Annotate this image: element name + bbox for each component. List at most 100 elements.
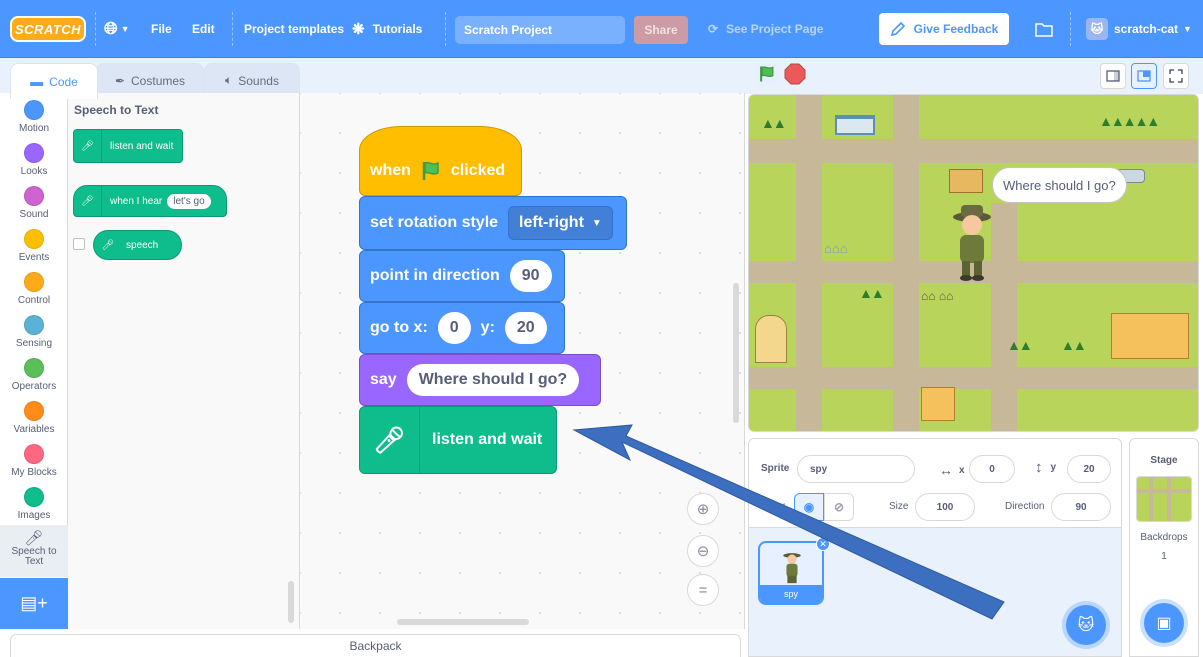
category-label: Variables	[13, 424, 55, 435]
say-block[interactable]: say Where should I go?	[359, 354, 601, 406]
edit-menu[interactable]: Edit	[192, 0, 215, 58]
menu-divider	[445, 12, 446, 46]
category-operators[interactable]: Operators	[0, 356, 68, 399]
direction-input[interactable]: 90	[509, 260, 552, 292]
category-images[interactable]: Images	[0, 485, 68, 528]
script-area-vertical-scrollbar[interactable]	[733, 283, 739, 423]
language-menu[interactable]: 🌐︎ ▼	[104, 0, 130, 58]
spy-character-icon	[783, 553, 801, 584]
looks-dot-icon	[24, 143, 44, 163]
backdrop-thumbnail[interactable]	[1136, 476, 1192, 522]
category-variables[interactable]: Variables	[0, 399, 68, 442]
tab-costumes[interactable]: ✒ Costumes	[96, 63, 204, 97]
brush-icon: ✒	[114, 73, 126, 88]
rotation-style-dropdown[interactable]: left-right ▼	[508, 206, 613, 240]
script-area[interactable]: when clicked set rotation style left-rig…	[300, 93, 745, 629]
stage-pane-title: Stage	[1150, 455, 1178, 466]
y-input[interactable]: 20	[504, 312, 547, 344]
palette-block-speech-reporter[interactable]: 🎤︎ speech	[93, 230, 182, 260]
backpack-panel[interactable]: Backpack	[10, 634, 741, 657]
choose-backdrop-button[interactable]: ▣	[1144, 603, 1184, 643]
control-dot-icon	[24, 272, 44, 292]
tab-costumes-label: Costumes	[131, 73, 186, 88]
go-to-xy-block[interactable]: go to x: 0 y: 20	[359, 302, 565, 354]
category-speech-to-text[interactable]: 🎤︎ Speech to Text	[0, 525, 68, 577]
point-in-direction-block[interactable]: point in direction 90	[359, 250, 565, 302]
zoom-reset-button[interactable]: =	[687, 574, 719, 606]
zoom-out-button[interactable]: ⊖	[687, 535, 719, 567]
gas-station-icon	[835, 115, 875, 135]
show-label: w	[777, 501, 785, 512]
sprite-name-input[interactable]: spy	[797, 455, 915, 483]
block-label: point in direction	[370, 267, 500, 284]
when-i-hear-input[interactable]: let's go	[167, 193, 211, 209]
sprite-thumbnail[interactable]: spy	[758, 541, 824, 605]
avatar: 🐱︎	[1086, 18, 1108, 40]
map-road	[991, 203, 1017, 431]
stop-button[interactable]	[784, 63, 806, 85]
x-input[interactable]: 0	[437, 312, 471, 344]
direction-input[interactable]: 90	[1051, 493, 1111, 521]
script-area-horizontal-scrollbar[interactable]	[397, 619, 529, 625]
file-menu[interactable]: File	[151, 0, 172, 58]
speech-reporter-checkbox[interactable]	[73, 238, 85, 250]
hide-sprite-button[interactable]: ⊘	[824, 493, 854, 521]
category-events[interactable]: Events	[0, 227, 68, 270]
when-flag-clicked-block[interactable]: when clicked	[359, 126, 522, 196]
give-feedback-button[interactable]: Give Feedback	[879, 13, 1009, 45]
category-motion[interactable]: Motion	[0, 98, 68, 141]
my-stuff-button[interactable]	[1035, 0, 1053, 58]
project-templates-menu[interactable]: Project templates	[244, 0, 344, 58]
share-button[interactable]: Share	[634, 16, 688, 44]
delete-sprite-button[interactable]: ✕	[816, 537, 830, 551]
palette-scrollbar[interactable]	[288, 581, 294, 623]
palette-block-when-i-hear[interactable]: 🎤︎ when I hear let's go	[73, 185, 227, 217]
category-sound[interactable]: Sound	[0, 184, 68, 227]
zoom-in-button[interactable]: ⊕	[687, 493, 719, 525]
block-label: listen and wait	[432, 431, 543, 448]
category-looks[interactable]: Looks	[0, 141, 68, 184]
palette-block-listen-and-wait[interactable]: 🎤︎ listen and wait	[73, 129, 183, 163]
category-label: Motion	[18, 123, 49, 134]
x-position-label: ↔ x	[939, 462, 965, 478]
size-input[interactable]: 100	[915, 493, 975, 521]
category-label: Speech to Text	[11, 546, 57, 567]
remix-icon: ⟳	[708, 22, 719, 36]
full-screen-button[interactable]	[1163, 63, 1189, 89]
account-menu[interactable]: 🐱︎ scratch-cat ▼	[1086, 0, 1192, 58]
large-stage-button[interactable]	[1131, 63, 1157, 89]
small-stage-button[interactable]	[1100, 63, 1126, 89]
add-extension-button[interactable]: ▤+	[0, 578, 68, 629]
green-flag-button[interactable]	[755, 62, 779, 86]
say-text-input[interactable]: Where should I go?	[406, 364, 580, 396]
block-label: speech	[126, 239, 159, 251]
images-dot-icon	[24, 487, 44, 507]
show-sprite-button[interactable]: ◉	[794, 493, 824, 521]
menu-divider	[1070, 12, 1071, 46]
choose-sprite-button[interactable]: 🐱︎	[1066, 605, 1106, 645]
tab-code[interactable]: ▬ Code	[10, 63, 98, 99]
block-label: set rotation style	[370, 214, 499, 231]
variables-dot-icon	[24, 401, 44, 421]
pencil-icon	[890, 21, 905, 37]
cat-face-icon: 🐱︎	[1077, 617, 1095, 634]
tab-sounds[interactable]: 🔈︎ Sounds	[204, 63, 300, 97]
microphone-icon: 🎤︎	[74, 186, 102, 216]
project-title-input[interactable]: Scratch Project	[455, 16, 625, 44]
lightbulb-icon: ❋	[352, 21, 365, 38]
category-sensing[interactable]: Sensing	[0, 313, 68, 356]
y-position-input[interactable]: 20	[1067, 455, 1111, 483]
listen-and-wait-block[interactable]: 🎤︎ listen and wait	[359, 406, 557, 474]
operators-dot-icon	[24, 358, 44, 378]
stage-canvas[interactable]: ▲▲ ▲▲▲▲▲ ▲▲ ▲▲ ▲▲ ⌂⌂⌂ ⌂⌂ ⌂⌂ Where should…	[748, 94, 1199, 432]
scratch-logo[interactable]: SCRATCH	[10, 16, 86, 42]
menu-divider	[232, 12, 233, 46]
tutorials-menu[interactable]: ❋ Tutorials	[352, 0, 422, 58]
category-control[interactable]: Control	[0, 270, 68, 313]
set-rotation-style-block[interactable]: set rotation style left-right ▼	[359, 196, 627, 250]
x-position-input[interactable]: 0	[969, 455, 1015, 483]
stage-selector-panel[interactable]: Stage Backdrops 1 ▣	[1129, 438, 1199, 657]
spy-sprite[interactable]	[952, 203, 992, 281]
see-project-page-button[interactable]: ⟳ See Project Page	[708, 0, 823, 58]
category-my-blocks[interactable]: My Blocks	[0, 442, 68, 485]
